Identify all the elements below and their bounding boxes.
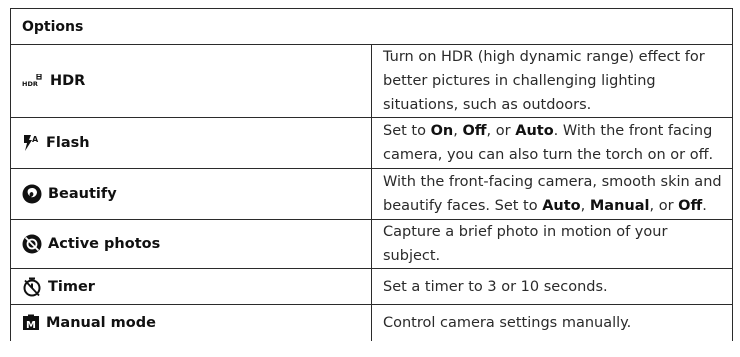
table-row-beautify: Beautify With the front-facing camera, s… bbox=[10, 168, 733, 220]
active-photos-icon bbox=[22, 234, 42, 254]
description-text: Turn on HDR (high dynamic range) effect … bbox=[383, 49, 705, 113]
option-description: With the front-facing camera, smooth ski… bbox=[371, 168, 733, 220]
option-description: Turn on HDR (high dynamic range) effect … bbox=[371, 44, 733, 118]
option-description: Set to On, Off, or Auto. With the front … bbox=[371, 117, 733, 169]
table-row-active-photos: Active photos Capture a brief photo in m… bbox=[10, 219, 733, 269]
description-text: Set a timer to 3 or 10 seconds. bbox=[383, 278, 608, 295]
svg-text:HDR: HDR bbox=[22, 80, 38, 88]
table-header-row: Options bbox=[10, 8, 733, 45]
description-text: Capture a brief photo in motion of your … bbox=[383, 224, 668, 264]
option-name-cell: Active photos bbox=[10, 219, 372, 269]
description-text: , bbox=[580, 198, 590, 214]
option-name-cell: HDR HDR bbox=[10, 44, 372, 118]
option-description: Capture a brief photo in motion of your … bbox=[371, 219, 733, 269]
option-name: HDR bbox=[50, 73, 86, 89]
option-name: Timer bbox=[48, 278, 95, 295]
option-name-cell: A Flash bbox=[10, 117, 372, 169]
flash-auto-icon: A bbox=[22, 134, 40, 152]
table-row-flash: A Flash Set to On, Off, or Auto. With th… bbox=[10, 117, 733, 169]
table-row-manual-mode: M Manual mode Control camera settings ma… bbox=[10, 304, 733, 341]
description-text: . bbox=[702, 198, 707, 214]
option-name-cell: Timer bbox=[10, 268, 372, 305]
description-bold-term: Off bbox=[462, 123, 487, 139]
option-name-cell: Beautify bbox=[10, 168, 372, 220]
option-name: Manual mode bbox=[46, 315, 156, 331]
hdr-icon: HDR bbox=[22, 73, 44, 88]
table-row-timer: Timer Set a timer to 3 or 10 seconds. bbox=[10, 268, 733, 305]
description-bold-term: On bbox=[430, 123, 454, 139]
description-bold-term: Off bbox=[678, 198, 703, 214]
option-description: Set a timer to 3 or 10 seconds. bbox=[371, 268, 733, 305]
option-name: Active photos bbox=[48, 236, 161, 252]
manual-mode-icon: M bbox=[22, 314, 40, 332]
beautify-icon bbox=[22, 184, 42, 204]
option-description: Control camera settings manually. bbox=[371, 304, 733, 341]
option-name: Beautify bbox=[48, 186, 117, 202]
options-table: Options HDR HDR Turn on HDR (high dynami… bbox=[10, 8, 733, 341]
svg-text:A: A bbox=[32, 135, 39, 144]
table-row-hdr: HDR HDR Turn on HDR (high dynamic range)… bbox=[10, 44, 733, 118]
description-text: , or bbox=[649, 198, 679, 214]
description-bold-term: Manual bbox=[589, 198, 650, 214]
timer-icon bbox=[22, 277, 42, 297]
description-bold-term: Auto bbox=[515, 123, 554, 139]
svg-text:M: M bbox=[26, 320, 36, 331]
description-bold-term: Auto bbox=[542, 198, 581, 214]
option-name: Flash bbox=[46, 135, 90, 151]
table-header: Options bbox=[10, 8, 733, 45]
description-text: , or bbox=[486, 123, 516, 139]
description-text: Control camera settings manually. bbox=[383, 315, 632, 331]
description-text: Set to bbox=[383, 123, 431, 139]
option-name-cell: M Manual mode bbox=[10, 304, 372, 341]
